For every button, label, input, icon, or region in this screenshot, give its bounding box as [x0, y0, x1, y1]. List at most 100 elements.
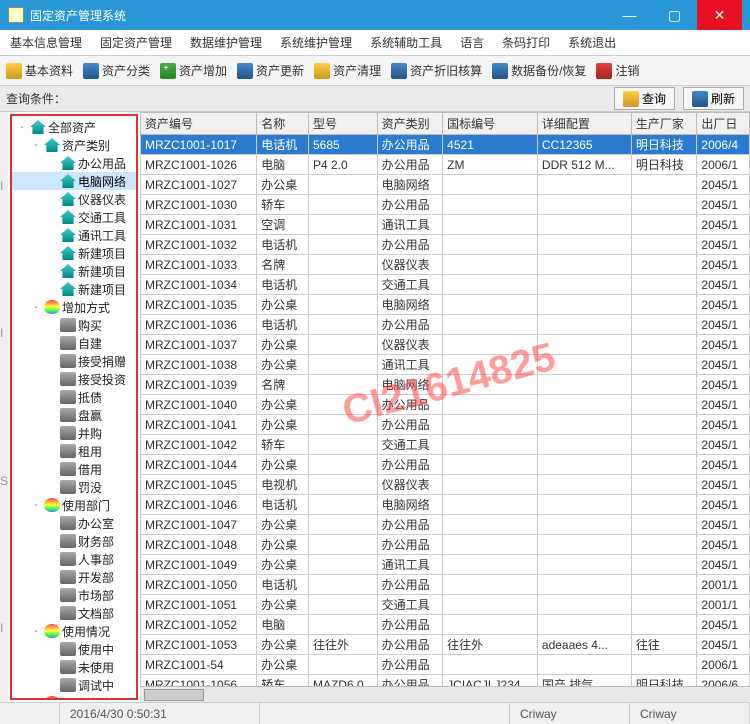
query-button[interactable]: 查询 — [614, 87, 675, 110]
table-row[interactable]: MRZC1001-1026电脑P4 2.0办公用品ZMDDR 512 M...明… — [141, 155, 750, 175]
toolbar-3[interactable]: 资产更新 — [237, 62, 304, 79]
tree-node-32[interactable]: +存放地點 — [12, 694, 136, 700]
col-header[interactable]: 出厂日 — [697, 113, 750, 135]
expand-icon[interactable]: - — [30, 302, 42, 313]
tree-node-10[interactable]: -增加方式 — [12, 298, 136, 316]
menu-item-0[interactable]: 基本信息管理 — [10, 34, 82, 51]
tree-node-23[interactable]: 财务部 — [12, 532, 136, 550]
expand-icon[interactable]: + — [30, 698, 42, 701]
table-row[interactable]: MRZC1001-1053办公桌往往外办公用品往往外adeaaes 4...往往… — [141, 635, 750, 655]
table-row[interactable]: MRZC1001-1047办公桌办公用品2045/1 — [141, 515, 750, 535]
asset-tree[interactable]: -全部资产-资产类别办公用品电脑网络仪器仪表交通工具通讯工具新建项目新建项目新建… — [10, 114, 138, 700]
tree-node-30[interactable]: 未使用 — [12, 658, 136, 676]
toolbar-7[interactable]: 注销 — [596, 62, 639, 79]
tree-node-11[interactable]: 购买 — [12, 316, 136, 334]
tree-node-4[interactable]: 仪器仪表 — [12, 190, 136, 208]
table-row[interactable]: MRZC1001-1056轿车MAZD6.0办公用品JCIACJLJ234国产 … — [141, 675, 750, 687]
tree-node-6[interactable]: 通讯工具 — [12, 226, 136, 244]
col-header[interactable]: 国标编号 — [443, 113, 538, 135]
tree-node-12[interactable]: 自建 — [12, 334, 136, 352]
table-row[interactable]: MRZC1001-1030轿车办公用品2045/1 — [141, 195, 750, 215]
table-row[interactable]: MRZC1001-1036电话机办公用品2045/1 — [141, 315, 750, 335]
scrollbar-thumb[interactable] — [144, 689, 204, 701]
table-row[interactable]: MRZC1001-1033名牌仪器仪表2045/1 — [141, 255, 750, 275]
menu-item-2[interactable]: 数据维护管理 — [190, 34, 262, 51]
menu-item-7[interactable]: 系统退出 — [568, 34, 616, 51]
toolbar-6[interactable]: 数据备份/恢复 — [492, 62, 586, 79]
refresh-button[interactable]: 刷新 — [683, 87, 744, 110]
minimize-button[interactable]: — — [607, 0, 652, 30]
table-row[interactable]: MRZC1001-1034电话机交通工具2045/1 — [141, 275, 750, 295]
tree-node-31[interactable]: 调试中 — [12, 676, 136, 694]
table-row[interactable]: MRZC1001-1042轿车交通工具2045/1 — [141, 435, 750, 455]
tree-node-27[interactable]: 文档部 — [12, 604, 136, 622]
table-row[interactable]: MRZC1001-1046电话机电脑网络2045/1 — [141, 495, 750, 515]
tree-node-9[interactable]: 新建项目 — [12, 280, 136, 298]
toolbar-5[interactable]: 资产折旧核算 — [391, 62, 482, 79]
tree-node-18[interactable]: 租用 — [12, 442, 136, 460]
expand-icon[interactable]: - — [16, 122, 28, 133]
menu-item-3[interactable]: 系统维护管理 — [280, 34, 352, 51]
table-row[interactable]: MRZC1001-1050电话机办公用品2001/1 — [141, 575, 750, 595]
toolbar-1[interactable]: 资产分类 — [83, 62, 150, 79]
table-row[interactable]: MRZC1001-1041办公桌办公用品2045/1 — [141, 415, 750, 435]
table-row[interactable]: MRZC1001-1037办公桌仪器仪表2045/1 — [141, 335, 750, 355]
table-row[interactable]: MRZC1001-1038办公桌通讯工具2045/1 — [141, 355, 750, 375]
col-header[interactable]: 名称 — [257, 113, 309, 135]
asset-grid[interactable]: CI21614825 资产编号名称型号资产类别国标编号详细配置生产厂家出厂日MR… — [140, 112, 750, 686]
table-row[interactable]: MRZC1001-1040办公桌办公用品2045/1 — [141, 395, 750, 415]
table-row[interactable]: MRZC1001-1048办公桌办公用品2045/1 — [141, 535, 750, 555]
tree-node-0[interactable]: -全部资产 — [12, 118, 136, 136]
toolbar-0[interactable]: 基本资料 — [6, 62, 73, 79]
table-row[interactable]: MRZC1001-54办公桌办公用品2006/1 — [141, 655, 750, 675]
col-header[interactable]: 生产厂家 — [631, 113, 697, 135]
menu-item-4[interactable]: 系统辅助工具 — [370, 34, 442, 51]
expand-icon[interactable]: - — [30, 500, 42, 511]
tree-node-15[interactable]: 抵债 — [12, 388, 136, 406]
tree-node-21[interactable]: -使用部门 — [12, 496, 136, 514]
table-row[interactable]: MRZC1001-1049办公桌通讯工具2045/1 — [141, 555, 750, 575]
toolbar-2[interactable]: 资产增加 — [160, 62, 227, 79]
tree-node-13[interactable]: 接受捐赠 — [12, 352, 136, 370]
tree-node-22[interactable]: 办公室 — [12, 514, 136, 532]
tree-node-19[interactable]: 借用 — [12, 460, 136, 478]
menu-item-5[interactable]: 语言 — [460, 34, 484, 51]
table-row[interactable]: MRZC1001-1035办公桌电脑网络2045/1 — [141, 295, 750, 315]
table-row[interactable]: MRZC1001-1045电视机仪器仪表2045/1 — [141, 475, 750, 495]
col-header[interactable]: 详细配置 — [537, 113, 631, 135]
col-header[interactable]: 型号 — [308, 113, 377, 135]
col-header[interactable]: 资产类别 — [377, 113, 443, 135]
tree-node-8[interactable]: 新建项目 — [12, 262, 136, 280]
tree-node-1[interactable]: -资产类别 — [12, 136, 136, 154]
tree-node-14[interactable]: 接受投资 — [12, 370, 136, 388]
tree-node-16[interactable]: 盘赢 — [12, 406, 136, 424]
tree-node-25[interactable]: 开发部 — [12, 568, 136, 586]
tree-node-26[interactable]: 市场部 — [12, 586, 136, 604]
expand-icon[interactable]: - — [30, 626, 42, 637]
tree-node-24[interactable]: 人事部 — [12, 550, 136, 568]
table-row[interactable]: MRZC1001-1017电话机5685办公用品4521CC12365明日科技2… — [141, 135, 750, 155]
tree-node-7[interactable]: 新建项目 — [12, 244, 136, 262]
toolbar-4[interactable]: 资产清理 — [314, 62, 381, 79]
table-row[interactable]: MRZC1001-1039名牌电脑网络2045/1 — [141, 375, 750, 395]
menu-item-6[interactable]: 条码打印 — [502, 34, 550, 51]
table-row[interactable]: MRZC1001-1052电脑办公用品2045/1 — [141, 615, 750, 635]
tree-node-20[interactable]: 罚没 — [12, 478, 136, 496]
tree-node-17[interactable]: 并购 — [12, 424, 136, 442]
maximize-button[interactable]: ▢ — [652, 0, 697, 30]
close-button[interactable]: ✕ — [697, 0, 742, 30]
expand-icon[interactable]: - — [30, 140, 42, 151]
table-row[interactable]: MRZC1001-1051办公桌交通工具2001/1 — [141, 595, 750, 615]
col-header[interactable]: 资产编号 — [141, 113, 257, 135]
table-row[interactable]: MRZC1001-1044办公桌办公用品2045/1 — [141, 455, 750, 475]
table-row[interactable]: MRZC1001-1032电话机办公用品2045/1 — [141, 235, 750, 255]
menu-item-1[interactable]: 固定资产管理 — [100, 34, 172, 51]
table-row[interactable]: MRZC1001-1031空调通讯工具2045/1 — [141, 215, 750, 235]
tree-node-5[interactable]: 交通工具 — [12, 208, 136, 226]
tree-node-3[interactable]: 电脑网络 — [12, 172, 136, 190]
table-row[interactable]: MRZC1001-1027办公桌电脑网络2045/1 — [141, 175, 750, 195]
tree-node-29[interactable]: 使用中 — [12, 640, 136, 658]
tree-node-2[interactable]: 办公用品 — [12, 154, 136, 172]
tree-node-28[interactable]: -使用情况 — [12, 622, 136, 640]
horizontal-scrollbar[interactable] — [140, 686, 750, 702]
